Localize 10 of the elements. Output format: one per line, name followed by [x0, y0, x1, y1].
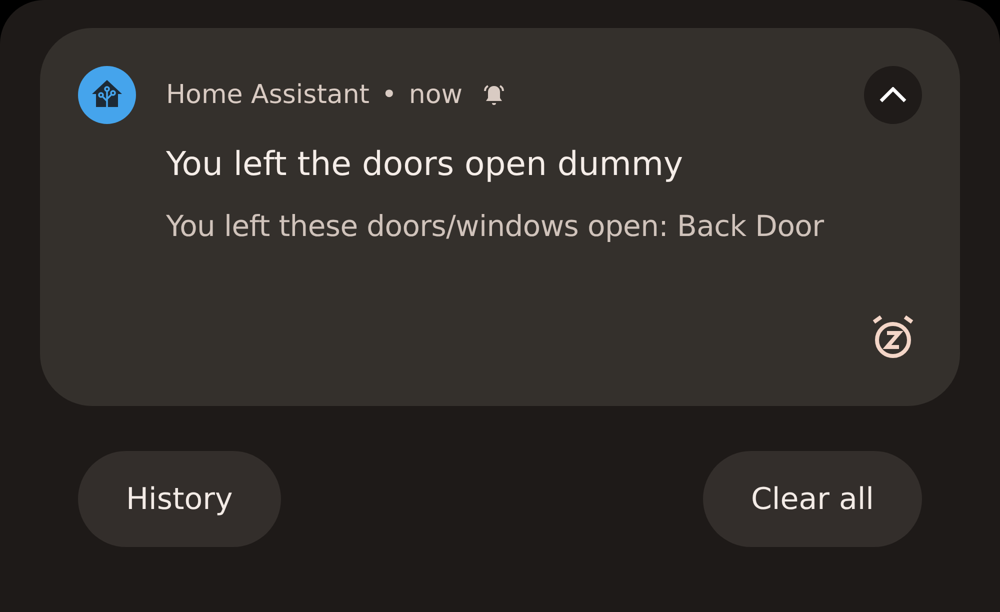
app-name: Home Assistant — [166, 80, 370, 110]
chevron-icon — [879, 87, 907, 103]
separator-dot: • — [382, 80, 397, 110]
action-button[interactable]: Clear all — [702, 451, 922, 547]
timestamp: now — [408, 80, 462, 110]
notification-title: You left the doors open dummy — [166, 144, 684, 183]
notification-card[interactable]: Home Assistant • now You left the doors open dummy You left these doors/windows open: Back Door — [40, 28, 960, 406]
notification-body: You left these doors/windows open: Back Door — [166, 209, 825, 243]
house-icon — [78, 66, 136, 124]
action-button[interactable]: History — [78, 451, 281, 547]
